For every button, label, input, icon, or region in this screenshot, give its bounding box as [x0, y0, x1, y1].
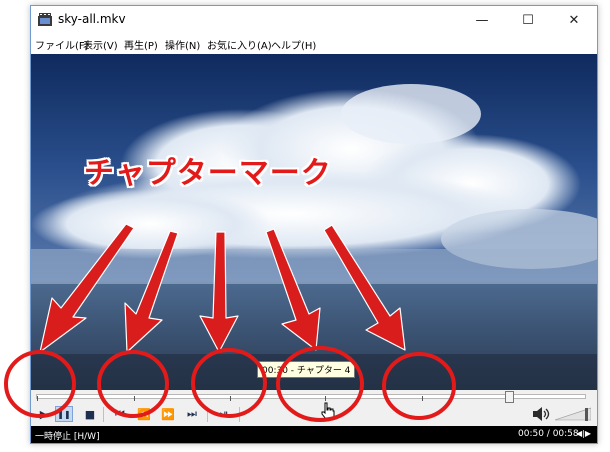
pause-button[interactable]: ❚❚ [55, 406, 73, 422]
player-window: sky-all.mkv — ☐ ✕ ファイル(F) 表示(V) 再生(P) 操作… [30, 5, 598, 444]
chapter-tooltip: 00:30 - チャプター 4 [257, 361, 356, 378]
volume-thumb[interactable] [585, 408, 588, 421]
time-readout: 00:50 / 00:58 [518, 429, 579, 439]
play-icon: ▶ [39, 407, 49, 421]
next-chapter-icon: ⏭ [187, 407, 197, 420]
app-film-icon [38, 13, 52, 26]
stop-button[interactable]: ■ [81, 406, 99, 422]
menu-file[interactable]: ファイル(F) [35, 37, 89, 52]
frame-step-icon: ⏯ [219, 407, 229, 420]
menu-view[interactable]: 表示(V) [83, 37, 118, 52]
prev-chapter-icon: ⏮ [115, 407, 125, 420]
prev-chapter-button[interactable]: ⏮ [111, 406, 129, 422]
chapter-mark[interactable] [422, 396, 423, 401]
frame-step-button[interactable]: ⏯ [215, 406, 233, 422]
volume-slider[interactable] [555, 406, 591, 422]
chapter-mark[interactable] [230, 396, 231, 401]
control-divider [207, 407, 208, 422]
speaker-icon[interactable] [531, 406, 551, 422]
hand-cursor-icon [321, 402, 335, 420]
menu-bar: ファイル(F) 表示(V) 再生(P) 操作(N) お気に入り(A) ヘルプ(H… [31, 34, 597, 55]
window-title: sky-all.mkv [58, 12, 126, 26]
status-bar: 一時停止 [H/W] 00:50 / 00:58 ◀|▶ [31, 426, 597, 443]
annotation-headline: チャプターマーク [84, 156, 332, 191]
menu-play[interactable]: 再生(P) [124, 37, 158, 52]
chapter-mark[interactable] [134, 396, 135, 401]
close-icon: ✕ [568, 12, 580, 28]
minimize-icon: — [475, 12, 489, 28]
fast-forward-icon: ⏩ [161, 407, 175, 421]
status-text: 一時停止 [H/W] [35, 432, 100, 442]
audio-channel-icon: ◀|▶ [576, 429, 591, 438]
stop-icon: ■ [84, 407, 96, 421]
chapter-mark[interactable] [325, 396, 326, 401]
maximize-button[interactable]: ☐ [505, 6, 551, 34]
video-area[interactable] [31, 54, 597, 390]
fast-forward-button[interactable]: ⏩ [159, 406, 177, 422]
seek-thumb[interactable] [505, 391, 514, 403]
menu-navigate[interactable]: 操作(N) [165, 37, 200, 52]
rewind-icon: ⏪ [137, 407, 151, 421]
play-button[interactable]: ▶ [35, 406, 53, 422]
chapter-mark[interactable] [37, 396, 38, 401]
video-frame [31, 54, 597, 390]
control-panel: ▶ ❚❚ ■ ⏮ ⏪ ⏩ ⏭ ⏯ [31, 390, 597, 426]
seek-bar[interactable] [36, 391, 586, 403]
minimize-button[interactable]: — [459, 6, 505, 34]
next-chapter-button[interactable]: ⏭ [183, 406, 201, 422]
maximize-icon: ☐ [522, 12, 534, 28]
menu-favorites[interactable]: お気に入り(A) [207, 37, 272, 52]
pause-icon: ❚❚ [57, 409, 71, 419]
menu-help[interactable]: ヘルプ(H) [271, 37, 316, 52]
title-bar[interactable]: sky-all.mkv — ☐ ✕ [31, 6, 597, 34]
control-divider [103, 407, 104, 422]
control-divider [239, 407, 240, 422]
close-button[interactable]: ✕ [551, 6, 597, 34]
rewind-button[interactable]: ⏪ [135, 406, 153, 422]
